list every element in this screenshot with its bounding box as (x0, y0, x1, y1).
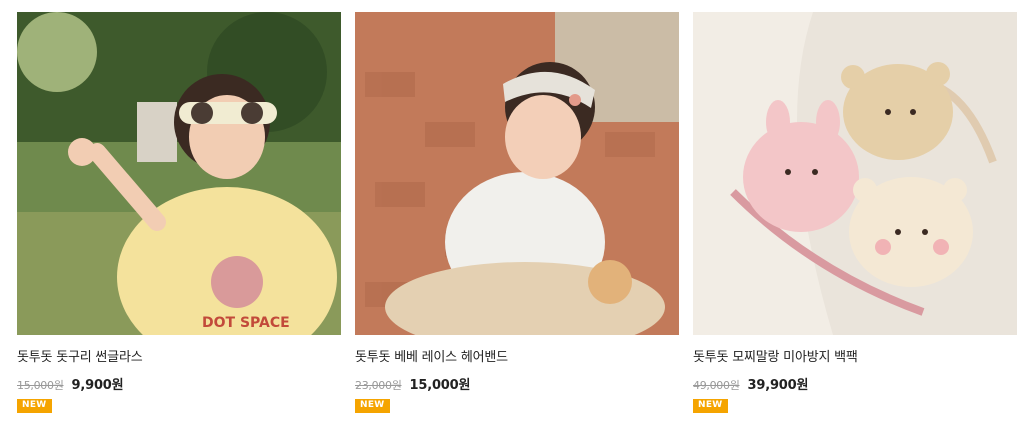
new-badge: NEW (17, 399, 52, 413)
new-badge: NEW (355, 399, 390, 413)
price-row: 15,000원 9,900원 (17, 374, 341, 393)
svg-text:DOT SPACE: DOT SPACE (202, 315, 290, 331)
product-image (355, 12, 679, 335)
product-name[interactable]: 돗투돗 베베 레이스 헤어밴드 (355, 350, 679, 366)
product-card[interactable]: DOT SPACE 돗투돗 돗구리 썬글라스 15,000원 9,900원 NE… (17, 12, 341, 413)
product-card[interactable]: 돗투돗 모찌말랑 미아방지 백팩 49,000원 39,900원 NEW (693, 12, 1017, 413)
price-row: 23,000원 15,000원 (355, 374, 679, 393)
sale-price: 9,900원 (71, 378, 124, 393)
price-row: 49,000원 39,900원 (693, 374, 1017, 393)
product-name[interactable]: 돗투돗 돗구리 썬글라스 (17, 350, 341, 366)
original-price: 23,000원 (355, 379, 402, 392)
new-badge: NEW (693, 399, 728, 413)
product-image-link[interactable]: DOT SPACE (17, 12, 341, 335)
original-price: 49,000원 (693, 379, 740, 392)
product-card[interactable]: 돗투돗 베베 레이스 헤어밴드 23,000원 15,000원 NEW (355, 12, 679, 413)
product-image-link[interactable] (355, 12, 679, 335)
product-image-link[interactable] (693, 12, 1017, 335)
product-grid: DOT SPACE 돗투돗 돗구리 썬글라스 15,000원 9,900원 NE… (0, 0, 1024, 421)
product-image: DOT SPACE (17, 12, 341, 335)
sale-price: 39,900원 (747, 378, 809, 393)
product-name[interactable]: 돗투돗 모찌말랑 미아방지 백팩 (693, 350, 1017, 366)
sale-price: 15,000원 (409, 378, 471, 393)
product-image (693, 12, 1017, 335)
original-price: 15,000원 (17, 379, 64, 392)
